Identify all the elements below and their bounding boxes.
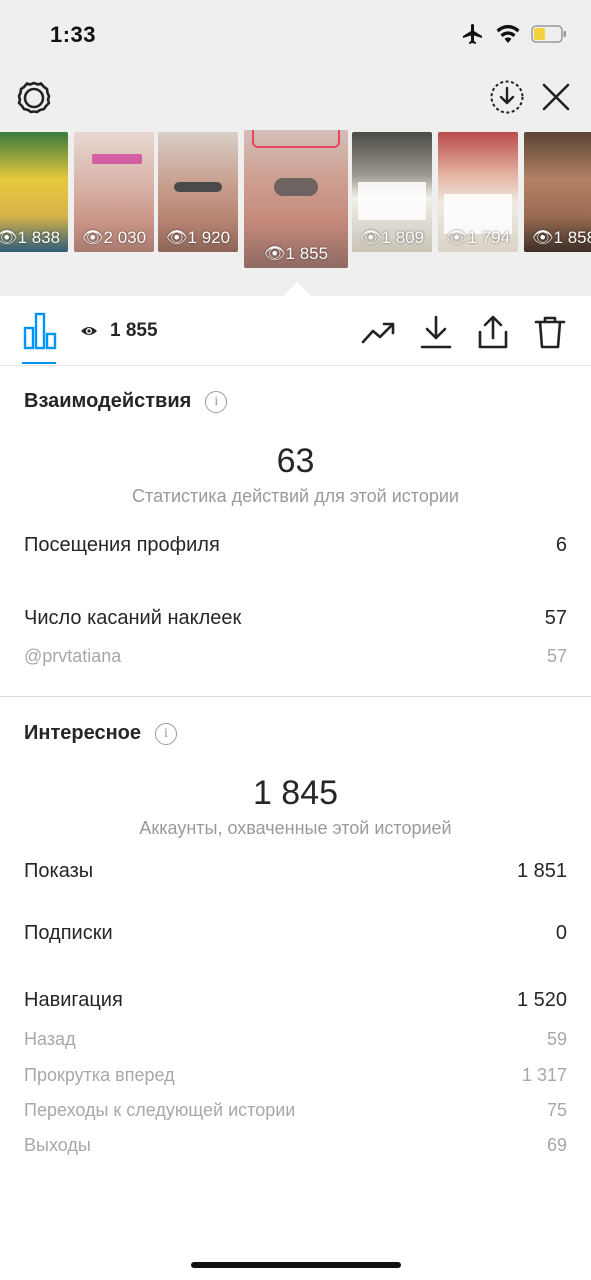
sticker-taps-row: Число касаний наклеек 57: [24, 607, 567, 630]
info-icon[interactable]: i: [155, 722, 177, 745]
story-thumbnail-selected[interactable]: 👁1 855: [244, 130, 348, 268]
thumbnail-views: 👁1 838: [0, 228, 61, 247]
eye-icon: [81, 327, 97, 335]
navigation-label: Навигация: [24, 989, 123, 1011]
home-indicator[interactable]: [191, 1262, 401, 1268]
back-label: Назад: [24, 1029, 76, 1049]
thumbnail-views: 👁1 809: [359, 228, 425, 247]
story-thumbnail[interactable]: 👁1 920: [158, 132, 238, 252]
download-icon[interactable]: [418, 314, 454, 350]
thumbnail-views: 👁1 920: [165, 228, 231, 247]
share-icon[interactable]: [475, 314, 511, 350]
story-toolbar: [0, 74, 591, 122]
impressions-row: Показы 1 851: [24, 860, 567, 883]
story-thumbnail[interactable]: 👁1 794: [438, 132, 518, 252]
trend-icon[interactable]: [360, 314, 396, 350]
story-thumbnail[interactable]: 👁1 809: [352, 132, 432, 252]
view-count: 1 855: [80, 320, 158, 342]
wifi-icon: [496, 24, 520, 43]
impressions-label: Показы: [24, 860, 94, 882]
profile-visits-row: Посещения профиля 6: [24, 534, 567, 557]
mention-row: @prvtatiana 57: [24, 646, 567, 667]
next-story-label: Переходы к следующей истории: [24, 1100, 296, 1120]
status-icons: [461, 22, 567, 46]
bar-chart-icon[interactable]: [22, 310, 58, 350]
sticker-taps-value: 57: [544, 607, 567, 629]
interactions-total: 63: [276, 442, 315, 480]
discovery-caption: Аккаунты, охваченные этой историей: [139, 818, 452, 838]
follows-value: 0: [555, 922, 567, 944]
battery-icon: [531, 25, 566, 43]
thumbnail-views: 👁1 855: [263, 244, 329, 263]
discovery-title: Интересное: [24, 722, 141, 744]
thumbnail-views: 👁1 794: [445, 228, 511, 247]
airplane-icon: [463, 24, 482, 44]
profile-visits-label: Посещения профиля: [24, 534, 220, 556]
close-icon[interactable]: [541, 82, 571, 112]
status-time: 1:33: [50, 22, 97, 47]
discovery-total: 1 845: [252, 774, 339, 812]
story-thumbnails: 👁1 838 👁2 030 👁1 920 👁1 855 👁1 809 👁1 79…: [0, 130, 591, 270]
back-row: Назад 59: [24, 1029, 567, 1050]
navigation-row: Навигация 1 520: [24, 989, 567, 1012]
thumbnail-views: 👁1 858: [531, 228, 591, 247]
section-divider: [0, 696, 591, 697]
story-thumbnail[interactable]: 👁1 838: [0, 132, 68, 252]
follows-row: Подписки 0: [24, 922, 567, 945]
interactions-title: Взаимодействия: [24, 390, 192, 412]
interactions-caption: Статистика действий для этой истории: [132, 486, 459, 506]
exits-row: Выходы 69: [24, 1135, 567, 1156]
forward-label: Прокрутка вперед: [24, 1065, 175, 1085]
exits-label: Выходы: [24, 1135, 91, 1155]
interactions-header: Взаимодействия i: [24, 390, 228, 413]
sticker-taps-label: Число касаний наклеек: [24, 607, 242, 629]
navigation-value: 1 520: [516, 989, 567, 1011]
follows-label: Подписки: [24, 922, 113, 944]
exits-value: 69: [546, 1135, 567, 1155]
view-count-value: 1 855: [110, 320, 158, 341]
back-value: 59: [546, 1029, 567, 1049]
story-header-area: 1:33 👁1 838 👁2 030 👁1 920 👁1 855 👁1 809 …: [0, 0, 591, 296]
profile-visits-value: 6: [555, 534, 567, 556]
info-icon[interactable]: i: [205, 390, 228, 413]
forward-value: 1 317: [521, 1065, 567, 1085]
selected-pointer: [283, 282, 311, 296]
thumbnail-views: 👁2 030: [81, 228, 147, 247]
discovery-header: Интересное i: [24, 722, 177, 745]
next-story-value: 75: [546, 1100, 567, 1120]
status-bar: 1:33: [0, 0, 591, 70]
mention-label: @prvtatiana: [24, 646, 122, 666]
impressions-value: 1 851: [516, 860, 567, 882]
download-circle-icon[interactable]: [489, 79, 525, 115]
gear-icon[interactable]: [14, 78, 54, 118]
next-story-row: Переходы к следующей истории 75: [24, 1100, 567, 1121]
forward-row: Прокрутка вперед 1 317: [24, 1065, 567, 1086]
story-thumbnail[interactable]: 👁2 030: [74, 132, 154, 252]
trash-icon[interactable]: [532, 314, 568, 350]
story-thumbnail[interactable]: 👁1 858: [524, 132, 591, 252]
mention-value: 57: [546, 646, 567, 666]
active-tab-indicator: [22, 362, 56, 364]
story-action-bar: 1 855: [0, 296, 591, 366]
